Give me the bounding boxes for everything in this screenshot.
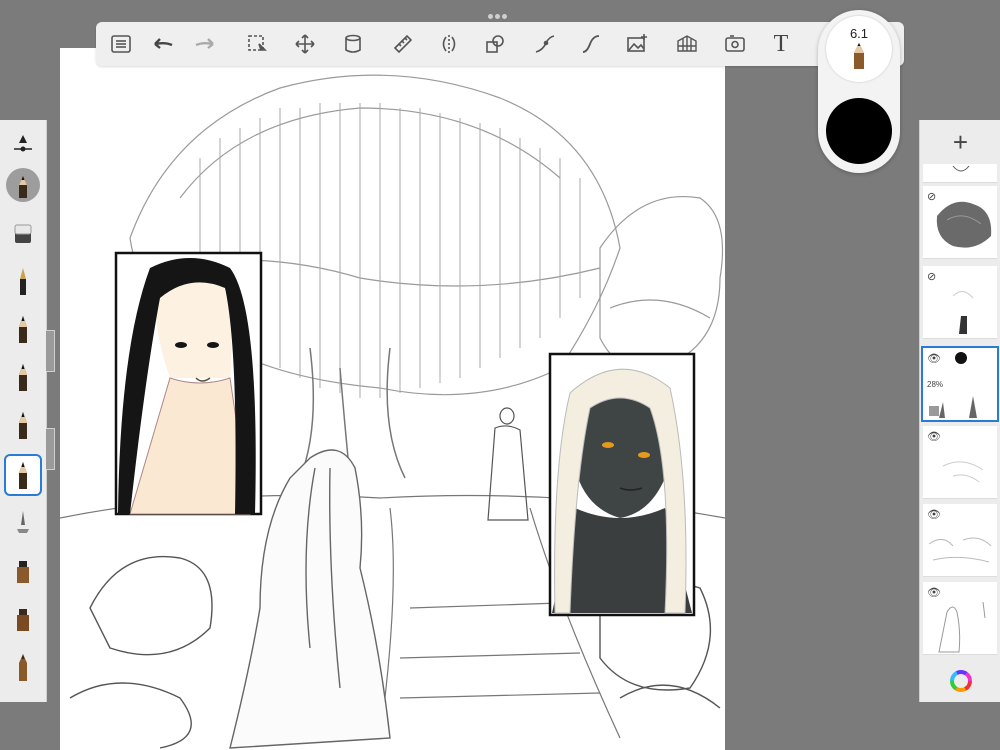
curve-icon[interactable] [530,29,560,59]
text-icon[interactable]: T [766,29,796,59]
artwork [60,74,725,749]
eraser-tool-icon[interactable] [6,214,40,252]
brush-palette [0,120,47,702]
pencil-hard-tool-icon[interactable] [6,310,40,348]
eye-icon[interactable]: 👁 [927,352,941,365]
crayon-tool-icon[interactable] [6,648,40,686]
brush-puck[interactable]: 6.1 [818,10,900,173]
shapes-icon[interactable] [480,29,510,59]
brush-size-indicator[interactable]: 6.1 [826,16,892,82]
layer-thumbnail[interactable]: ⊘ [923,266,997,339]
grabber-dot [495,14,500,19]
color-wheel-button[interactable] [920,660,1000,702]
brush-size-value: 6.1 [849,26,869,41]
marker-tool-icon[interactable] [6,552,40,590]
eye-icon[interactable]: 👁 [927,430,941,443]
layer-opacity: 28% [927,380,944,389]
pencil-tool-icon[interactable] [6,166,40,204]
pencil-selected-tool-icon[interactable] [4,454,42,496]
color-wheel-icon [949,670,972,692]
drawing-canvas[interactable] [60,48,725,750]
transform-icon[interactable] [290,29,320,59]
image-insert-icon[interactable] [622,29,652,59]
layer-menu-icon[interactable] [106,29,136,59]
color-swatch[interactable] [826,98,892,164]
top-toolbar: T [96,22,904,66]
hidden-eye-icon[interactable]: ⊘ [927,270,936,283]
pencil-sketch-tool-icon[interactable] [6,406,40,444]
toolbar-grabber[interactable] [488,6,512,19]
palette-tab[interactable] [46,330,55,372]
eye-icon[interactable]: 👁 [927,586,941,599]
time-lapse-icon[interactable] [720,29,750,59]
layer-thumbnail[interactable]: 👁 [923,426,997,499]
layers-panel: + ⊘ ⊘ 👁 28% 👁 👁 👁 [919,120,1000,702]
opacity-slider-icon[interactable] [6,126,40,164]
add-layer-button[interactable]: + [920,120,1000,164]
ruler-icon[interactable] [388,29,418,59]
hidden-eye-icon[interactable]: ⊘ [927,190,936,203]
grabber-dot [502,14,507,19]
symmetry-icon[interactable] [434,29,464,59]
airbrush-tool-icon[interactable] [6,504,40,542]
fill-bucket-icon[interactable] [338,29,368,59]
layer-thumbnail[interactable]: 👁 [923,504,997,577]
eye-icon[interactable]: 👁 [927,508,941,521]
layer-thumbnail[interactable] [923,164,997,183]
stroke-icon[interactable] [576,29,606,59]
ink-pen-tool-icon[interactable] [6,262,40,300]
pencil-icon [854,43,864,69]
undo-icon[interactable] [148,29,178,59]
selection-icon[interactable] [242,29,272,59]
pencil-soft-tool-icon[interactable] [6,358,40,396]
perspective-grid-icon[interactable] [672,29,702,59]
layer-thumbnail[interactable]: ⊘ [923,186,997,259]
palette-tab[interactable] [46,428,55,470]
redo-icon[interactable] [190,29,220,59]
layer-thumbnail[interactable]: 👁 [923,582,997,655]
grabber-dot [488,14,493,19]
layer-thumbnail-selected[interactable]: 👁 28% [921,346,999,422]
marker-brown-tool-icon[interactable] [6,600,40,638]
